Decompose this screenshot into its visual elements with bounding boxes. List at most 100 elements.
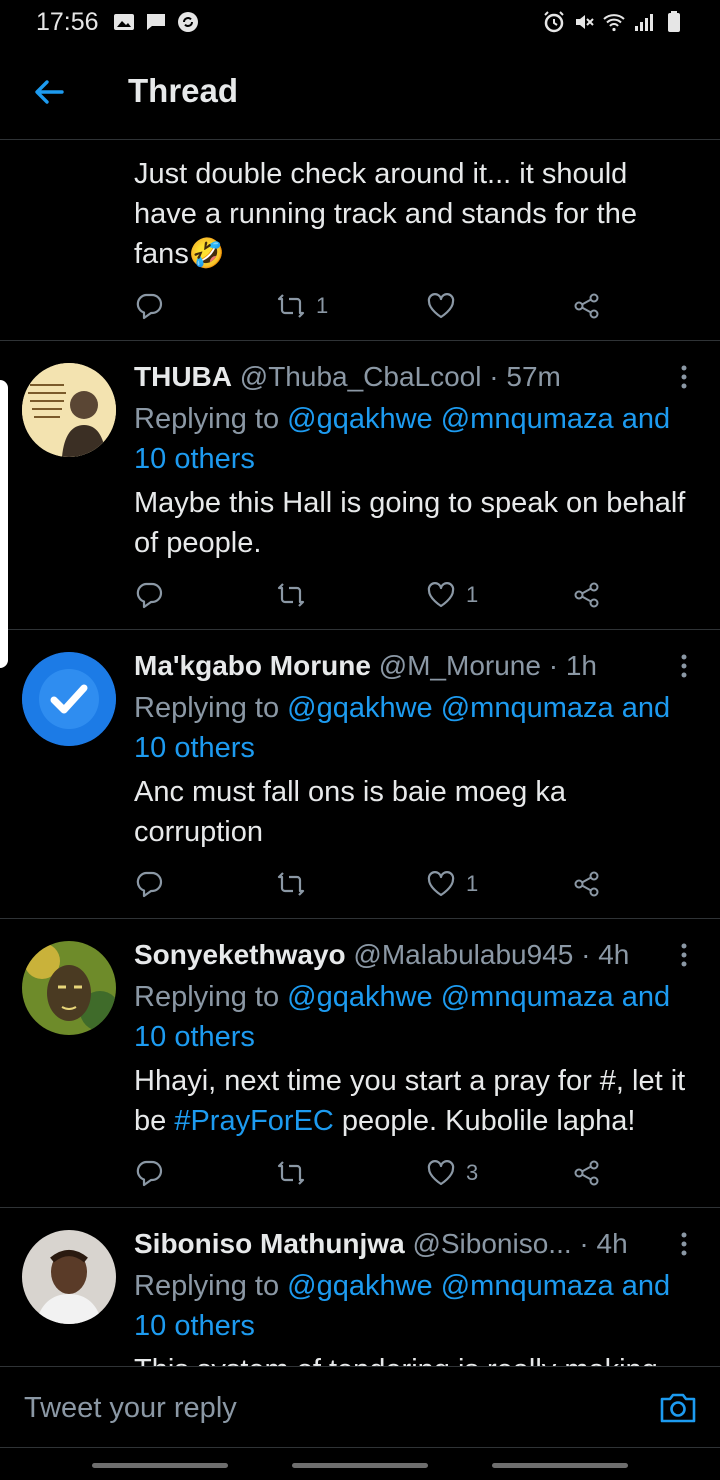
timestamp: · 1h (548, 650, 597, 681)
reply-icon (136, 871, 163, 898)
share-button[interactable] (572, 575, 602, 615)
heart-icon (427, 293, 455, 319)
handle[interactable]: @M_Morune (379, 650, 541, 681)
like-count: 1 (466, 871, 479, 896)
alarm-icon (544, 11, 564, 33)
sync-icon (178, 12, 198, 32)
handle[interactable]: @Thuba_CbaLcool (240, 361, 482, 392)
wifi-icon (603, 14, 625, 32)
share-icon (574, 293, 599, 319)
replying-to: Replying to @gqakhwe @mnqumaza and 10 ot… (134, 1270, 671, 1342)
nav-home[interactable] (292, 1463, 428, 1468)
image-icon (114, 14, 134, 30)
avatar[interactable] (22, 1230, 116, 1324)
more-icon[interactable] (676, 363, 692, 395)
avatar-image (22, 1230, 116, 1324)
like-button[interactable]: 3 (426, 1153, 478, 1193)
reply-button[interactable] (134, 575, 164, 615)
avatar-image (22, 363, 116, 457)
mute-icon (576, 15, 594, 29)
more-icon[interactable] (676, 941, 692, 973)
share-button[interactable] (572, 286, 602, 326)
timestamp: · 57m (489, 361, 561, 392)
reply-tweet[interactable]: Ma'kgabo Morune @M_Morune · 1h Replying … (0, 630, 720, 919)
retweet-icon (277, 1161, 305, 1185)
retweet-icon (277, 294, 305, 318)
heart-icon (427, 871, 455, 897)
share-button[interactable] (572, 1153, 602, 1193)
reply-input[interactable] (22, 1385, 626, 1431)
more-icon[interactable] (676, 1230, 692, 1262)
nav-recents[interactable] (92, 1463, 228, 1468)
reply-tweet[interactable]: Siboniso Mathunjwa @Siboniso... · 4h Rep… (0, 1208, 720, 1366)
signal-icon (635, 14, 653, 31)
reply-button[interactable] (134, 864, 164, 904)
system-nav-bar (0, 1447, 720, 1480)
tweet-top[interactable]: Just double check around it... it should… (0, 140, 720, 341)
verified-check-icon (22, 652, 116, 746)
tweet-actions: 3 (134, 1153, 614, 1193)
timestamp: · 4h (581, 939, 630, 970)
replying-to: Replying to @gqakhwe @mnqumaza and 10 ot… (134, 981, 671, 1053)
display-name[interactable]: Siboniso Mathunjwa (134, 1228, 405, 1259)
retweet-icon (277, 583, 305, 607)
share-button[interactable] (572, 864, 602, 904)
like-button[interactable]: 1 (426, 575, 478, 615)
tweet-actions: 1 (134, 286, 614, 326)
handle[interactable]: @Malabulabu945 (353, 939, 573, 970)
status-time: 17:56 (36, 8, 99, 36)
display-name[interactable]: Ma'kgabo Morune (134, 650, 371, 681)
tweet-actions: 1 (134, 864, 614, 904)
retweet-count: 1 (316, 293, 329, 318)
like-button[interactable] (426, 286, 456, 326)
share-icon (574, 1160, 599, 1186)
camera-icon[interactable] (658, 1387, 698, 1427)
avatar[interactable] (22, 652, 116, 746)
avatar[interactable] (22, 941, 116, 1035)
tweet-actions: 1 (134, 575, 614, 615)
arrow-left-icon[interactable] (30, 74, 70, 110)
edge-panel-handle[interactable] (0, 380, 8, 668)
retweet-button[interactable]: 1 (276, 286, 328, 326)
thread-feed[interactable]: Just double check around it... it should… (0, 140, 720, 1366)
reply-tweet[interactable]: THUBA @Thuba_CbaLcool · 57m Replying to … (0, 341, 720, 630)
retweet-button[interactable] (276, 575, 306, 615)
replying-to: Replying to @gqakhwe @mnqumaza and 10 ot… (134, 692, 671, 764)
message-icon (147, 14, 165, 30)
hashtag-link[interactable]: #PrayForEC (174, 1105, 334, 1137)
retweet-button[interactable] (276, 864, 306, 904)
reply-button[interactable] (134, 1153, 164, 1193)
heart-icon (427, 582, 455, 608)
tweet-text: Hhayi, next time you start a pray for #,… (134, 1065, 686, 1137)
reply-icon (136, 582, 163, 609)
thread-header: Thread (0, 44, 720, 140)
reply-icon (136, 293, 163, 320)
reply-tweet[interactable]: Sonyekethwayo @Malabulabu945 · 4h Replyi… (0, 919, 720, 1208)
page-title: Thread (128, 72, 239, 109)
display-name[interactable]: THUBA (134, 361, 232, 392)
like-count: 1 (466, 582, 479, 607)
replying-to: Replying to @gqakhwe @mnqumaza and 10 ot… (134, 403, 671, 475)
like-count: 3 (466, 1160, 479, 1185)
nav-back[interactable] (492, 1463, 628, 1468)
display-name[interactable]: Sonyekethwayo (134, 939, 346, 970)
status-bar: 17:56 (0, 0, 720, 44)
retweet-button[interactable] (276, 1153, 306, 1193)
handle[interactable]: @Siboniso... (412, 1228, 571, 1259)
tweet-text: Just double check around it... it should… (134, 158, 637, 270)
like-button[interactable]: 1 (426, 864, 478, 904)
more-icon[interactable] (676, 652, 692, 684)
timestamp: · 4h (579, 1228, 628, 1259)
tweet-text: Maybe this Hall is going to speak on beh… (134, 487, 686, 559)
tweet-text: Anc must fall ons is baie moeg ka corrup… (134, 776, 566, 848)
retweet-icon (277, 872, 305, 896)
avatar[interactable] (22, 363, 116, 457)
avatar-image (22, 941, 116, 1035)
reply-composer (0, 1366, 720, 1448)
share-icon (574, 871, 599, 897)
battery-icon (668, 11, 680, 32)
reply-icon (136, 1160, 163, 1187)
share-icon (574, 582, 599, 608)
reply-button[interactable] (134, 286, 164, 326)
heart-icon (427, 1160, 455, 1186)
